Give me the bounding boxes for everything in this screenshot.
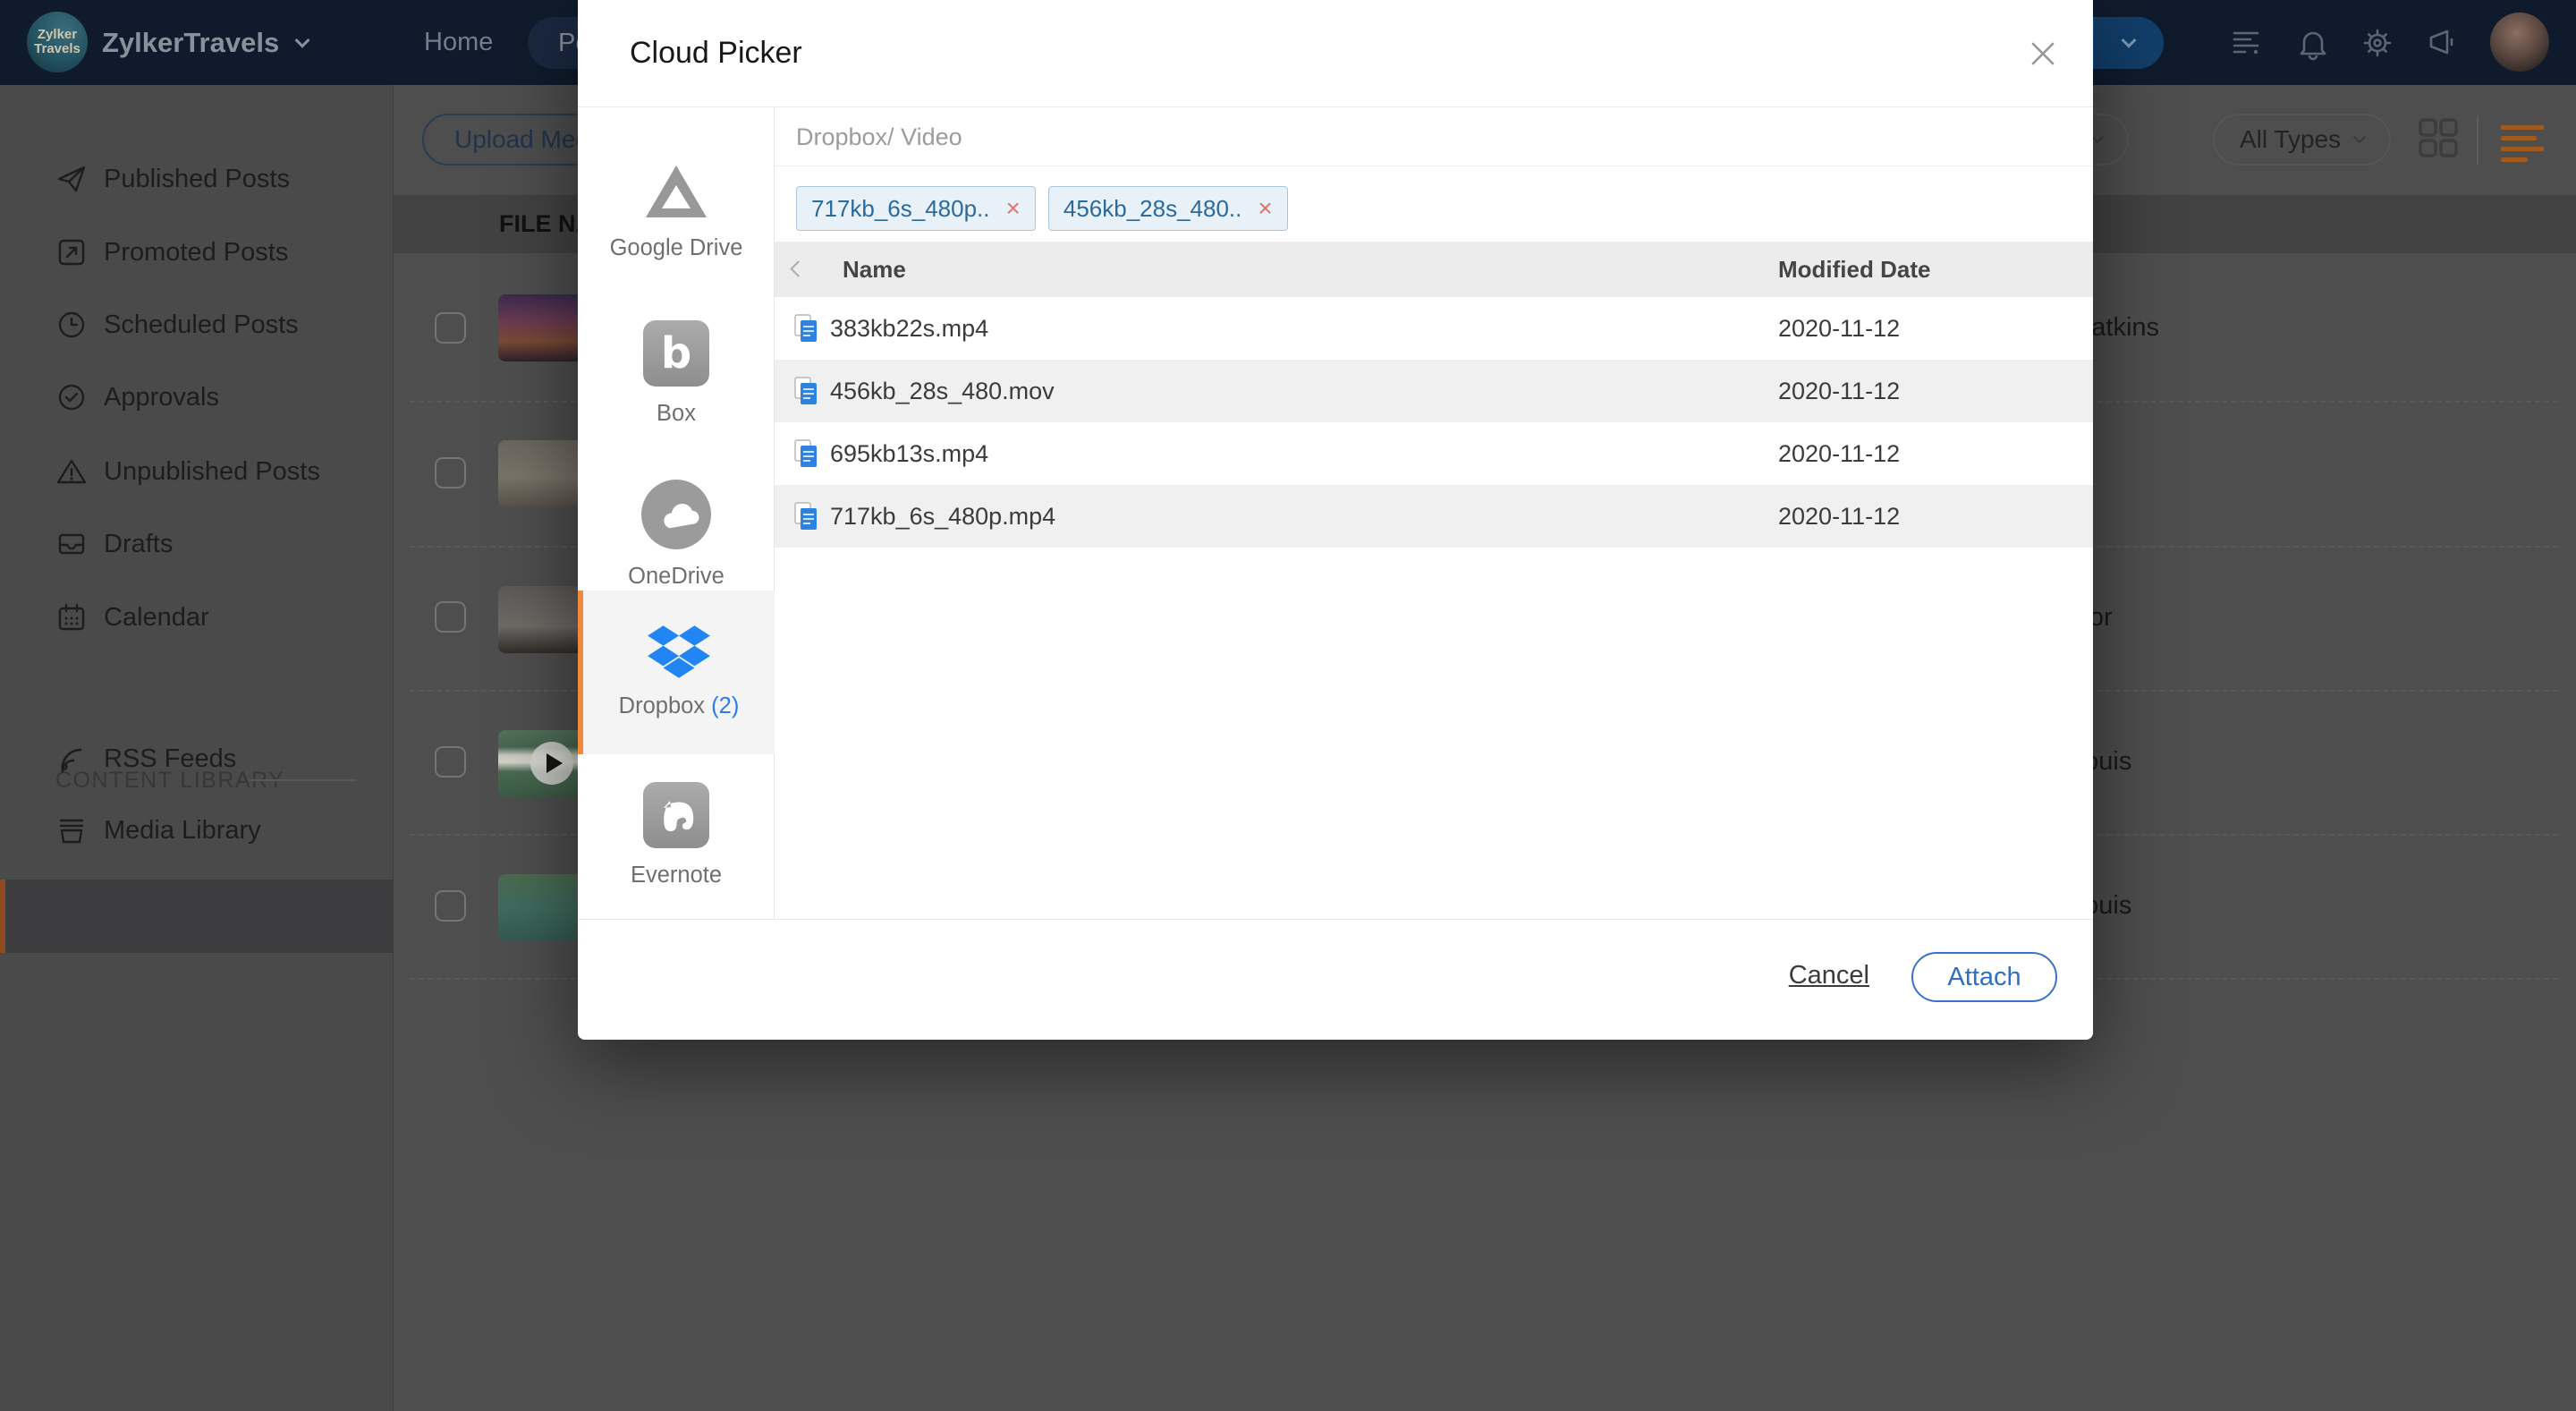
file-video-icon xyxy=(794,314,817,342)
attach-button[interactable]: Attach xyxy=(1911,952,2057,1002)
brand-logo-text2: Travels xyxy=(34,41,80,56)
file-name: 383kb22s.mp4 xyxy=(830,315,989,342)
sidebar-item-calendar[interactable]: Calendar xyxy=(0,591,394,644)
back-chevron-icon[interactable] xyxy=(790,260,807,277)
brand-logo-text1: Zylker xyxy=(37,27,78,42)
sidebar-item-rss-feeds[interactable]: RSS Feeds xyxy=(0,732,394,786)
sidebar: Published Posts Promoted Posts Scheduled… xyxy=(0,85,394,1411)
file-chip[interactable]: 717kb_6s_480p.. × xyxy=(796,186,1036,231)
clock-icon xyxy=(58,311,85,338)
file-date: 2020-11-12 xyxy=(1778,440,1901,467)
file-row[interactable]: 695kb13s.mp4 2020-11-12 xyxy=(775,422,2093,485)
grid-view-icon[interactable] xyxy=(2417,116,2460,159)
file-row[interactable]: 456kb_28s_480.mov 2020-11-12 xyxy=(775,360,2093,422)
service-evernote[interactable]: Evernote xyxy=(578,754,775,915)
file-video-icon xyxy=(794,377,817,404)
chevron-down-icon xyxy=(2121,32,2137,48)
sidebar-item-drafts[interactable]: Drafts xyxy=(0,517,394,571)
row-checkbox[interactable] xyxy=(435,457,466,489)
cancel-button[interactable]: Cancel xyxy=(1789,961,1869,990)
file-name: 456kb_28s_480.mov xyxy=(830,378,1055,404)
chip-close-icon[interactable]: × xyxy=(1006,196,1021,221)
sidebar-item-published-posts[interactable]: Published Posts xyxy=(0,152,394,206)
file-row[interactable]: 717kb_6s_480p.mp4 2020-11-12 xyxy=(775,485,2093,548)
queue-icon[interactable] xyxy=(2229,25,2265,61)
cloud-picker-modal: Cloud Picker Google Drive b Box OneDrive… xyxy=(578,0,2093,1040)
sidebar-item-promoted-posts[interactable]: Promoted Posts xyxy=(0,225,394,279)
nav-home[interactable]: Home xyxy=(424,0,493,85)
modal-header: Cloud Picker xyxy=(578,0,2093,107)
google-drive-icon xyxy=(646,165,707,217)
file-video-icon xyxy=(794,502,817,530)
approval-badge-icon xyxy=(58,384,85,411)
sidebar-item-media-library[interactable]: Media Library xyxy=(0,803,394,857)
promote-arrow-icon xyxy=(58,239,85,266)
brand-switcher[interactable]: ZylkerTravels xyxy=(102,0,310,85)
service-box[interactable]: b Box xyxy=(578,293,775,454)
file-video-icon xyxy=(794,439,817,467)
screen: Zylker Travels ZylkerTravels Home Posts … xyxy=(0,0,2576,1411)
toolbar-divider xyxy=(2477,115,2479,165)
file-row[interactable]: 383kb22s.mp4 2020-11-12 xyxy=(775,297,2093,360)
new-post-caret[interactable] xyxy=(2094,17,2165,69)
bell-icon[interactable] xyxy=(2295,25,2331,61)
evernote-icon xyxy=(643,781,709,848)
chevron-down-icon xyxy=(294,32,310,48)
file-table-header: Name Modified Date xyxy=(775,242,2093,297)
close-icon[interactable] xyxy=(2025,36,2061,72)
brand-name: ZylkerTravels xyxy=(102,26,280,58)
calendar-icon xyxy=(58,603,85,631)
brand-logo[interactable]: Zylker Travels xyxy=(27,12,88,72)
row-checkbox[interactable] xyxy=(435,601,466,633)
breadcrumb[interactable]: Dropbox/ Video xyxy=(796,107,962,166)
user-avatar[interactable] xyxy=(2490,13,2549,72)
rss-icon xyxy=(61,748,82,773)
column-name: Name xyxy=(843,256,906,283)
service-google-drive[interactable]: Google Drive xyxy=(578,132,775,293)
row-checkbox[interactable] xyxy=(435,746,466,778)
megaphone-icon[interactable] xyxy=(2424,25,2460,61)
file-date: 2020-11-12 xyxy=(1778,503,1901,530)
service-dropbox[interactable]: Dropbox (2) xyxy=(578,591,775,754)
warning-triangle-icon xyxy=(56,459,87,484)
cloud-services-rail: Google Drive b Box OneDrive Dropbox (2) … xyxy=(578,107,775,919)
chip-close-icon[interactable]: × xyxy=(1258,196,1272,221)
onedrive-icon xyxy=(641,479,711,549)
sidebar-item-unpublished-posts[interactable]: Unpublished Posts xyxy=(0,445,394,498)
gear-icon[interactable] xyxy=(2360,25,2395,61)
chevron-down-icon xyxy=(2353,131,2367,144)
file-name: 695kb13s.mp4 xyxy=(830,440,989,467)
list-view-icon[interactable] xyxy=(2501,125,2544,162)
column-modified-date: Modified Date xyxy=(1778,256,1931,283)
paper-plane-icon xyxy=(57,166,86,192)
row-checkbox[interactable] xyxy=(435,890,466,922)
file-chip[interactable]: 456kb_28s_480.. × xyxy=(1047,186,1288,231)
selected-file-chips: 717kb_6s_480p.. × 456kb_28s_480.. × xyxy=(796,186,1288,231)
drafts-tray-icon xyxy=(58,533,85,555)
modal-title: Cloud Picker xyxy=(630,36,802,70)
dropbox-count: (2) xyxy=(711,693,740,718)
video-play-icon[interactable] xyxy=(530,742,573,785)
modal-footer: Cancel Attach xyxy=(578,919,2093,1040)
modal-content: Dropbox/ Video 717kb_6s_480p.. × 456kb_2… xyxy=(775,107,2093,919)
media-library-icon xyxy=(59,819,84,844)
dropbox-icon xyxy=(648,625,710,678)
breadcrumb-row: Dropbox/ Video xyxy=(775,107,2093,166)
box-icon: b xyxy=(643,319,709,387)
file-date: 2020-11-12 xyxy=(1778,315,1901,342)
types-filter-dropdown[interactable]: All Types xyxy=(2213,114,2392,166)
row-checkbox[interactable] xyxy=(435,312,466,344)
sidebar-item-scheduled-posts[interactable]: Scheduled Posts xyxy=(0,298,394,352)
sidebar-item-approvals[interactable]: Approvals xyxy=(0,370,394,424)
file-date: 2020-11-12 xyxy=(1778,378,1901,404)
file-name: 717kb_6s_480p.mp4 xyxy=(830,503,1056,530)
sidebar-selected-highlight xyxy=(0,880,394,953)
